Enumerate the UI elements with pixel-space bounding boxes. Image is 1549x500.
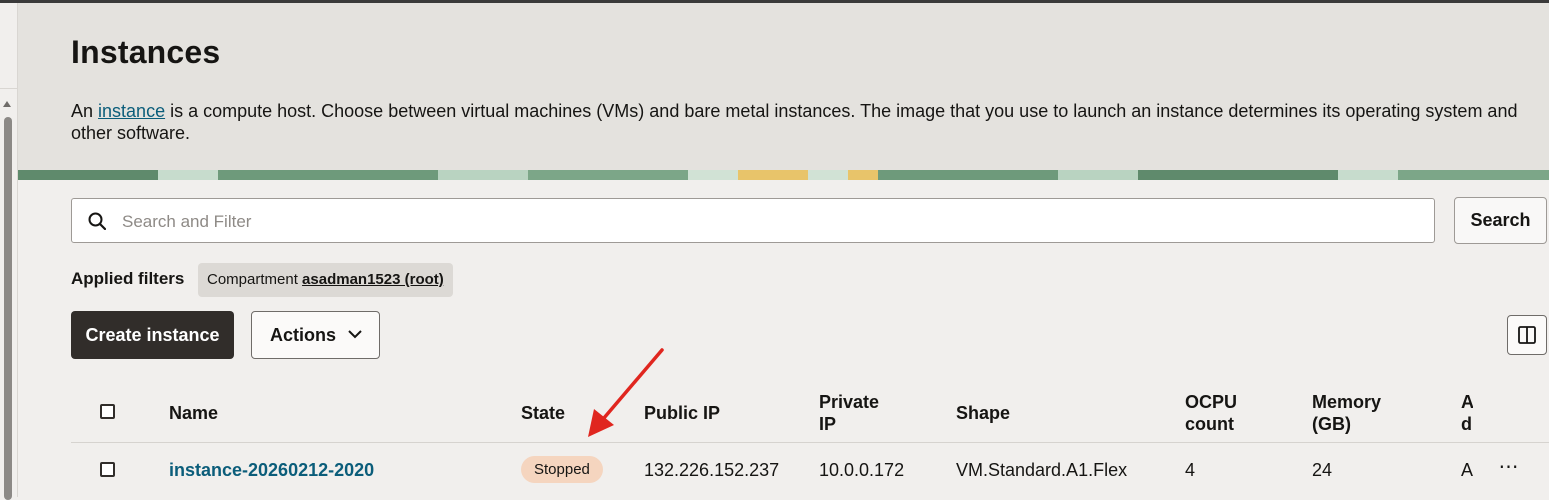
- scroll-up-arrow-icon[interactable]: [3, 101, 11, 107]
- rail-divider: [0, 88, 17, 89]
- truncated-cell: A: [1461, 460, 1474, 480]
- instance-docs-link[interactable]: instance: [98, 101, 165, 121]
- private-ip-header-line2: IP: [819, 414, 837, 434]
- private-ip-cell: 10.0.0.172: [819, 460, 905, 480]
- memory-cell: 24: [1312, 460, 1333, 480]
- row-select-checkbox[interactable]: [100, 462, 115, 477]
- ocpu-header-line1: OCPU: [1185, 392, 1238, 412]
- column-header-name[interactable]: Name: [169, 402, 218, 424]
- memory-header-line1: Memory: [1312, 392, 1382, 412]
- column-header-memory[interactable]: Memory (GB): [1312, 391, 1381, 435]
- private-ip-header-line1: Private: [819, 392, 880, 412]
- row-actions-more-icon[interactable]: ⋯: [1493, 456, 1525, 482]
- decorative-banner: [18, 170, 1549, 180]
- left-scroll-rail: [0, 3, 18, 500]
- search-icon: [88, 212, 106, 230]
- truncated-header-line1: A: [1461, 392, 1473, 412]
- search-input[interactable]: [120, 200, 1424, 243]
- memory-header-line2: (GB): [1312, 414, 1351, 434]
- search-field[interactable]: [71, 198, 1435, 243]
- annotation-arrow-icon: [588, 348, 664, 437]
- description-text: is a compute host. Choose between virtua…: [71, 101, 1518, 143]
- shape-cell: VM.Standard.A1.Flex: [956, 460, 1128, 480]
- select-all-checkbox[interactable]: [100, 404, 115, 419]
- truncated-header-line2: d: [1461, 414, 1472, 434]
- scrollbar-thumb[interactable]: [4, 117, 12, 500]
- page-description: An instance is a compute host. Choose be…: [71, 100, 1546, 144]
- columns-icon: [1518, 326, 1536, 344]
- search-button[interactable]: Search: [1454, 197, 1547, 244]
- applied-filters-label: Applied filters: [71, 269, 185, 288]
- public-ip-cell: 132.226.152.237: [644, 460, 780, 480]
- actions-label: Actions: [270, 324, 337, 345]
- description-prefix: An: [71, 101, 99, 121]
- status-badge: Stopped: [521, 456, 603, 483]
- instance-name-link[interactable]: instance-20260212-2020: [169, 459, 374, 481]
- filter-chip-key: Compartment: [207, 271, 303, 288]
- chevron-down-icon: [348, 330, 362, 339]
- ocpu-header-line2: count: [1185, 414, 1234, 434]
- create-instance-button[interactable]: Create instance: [71, 311, 234, 359]
- column-header-ocpu-count[interactable]: OCPU count: [1185, 391, 1237, 435]
- ocpu-count-cell: 4: [1185, 460, 1196, 480]
- page-title: Instances: [71, 34, 221, 70]
- compartment-filter-chip[interactable]: Compartment asadman1523 (root): [198, 263, 453, 297]
- filter-chip-value-link[interactable]: asadman1523 (root): [302, 271, 444, 288]
- column-header-private-ip[interactable]: Private IP: [819, 391, 879, 435]
- actions-menu-button[interactable]: Actions: [251, 311, 380, 359]
- column-header-state[interactable]: State: [521, 402, 565, 424]
- manage-columns-button[interactable]: [1507, 315, 1547, 355]
- column-header-shape[interactable]: Shape: [956, 402, 1010, 424]
- table-row-divider: [71, 442, 1549, 443]
- column-header-truncated[interactable]: Ad: [1461, 391, 1473, 435]
- page-header: [18, 3, 1549, 170]
